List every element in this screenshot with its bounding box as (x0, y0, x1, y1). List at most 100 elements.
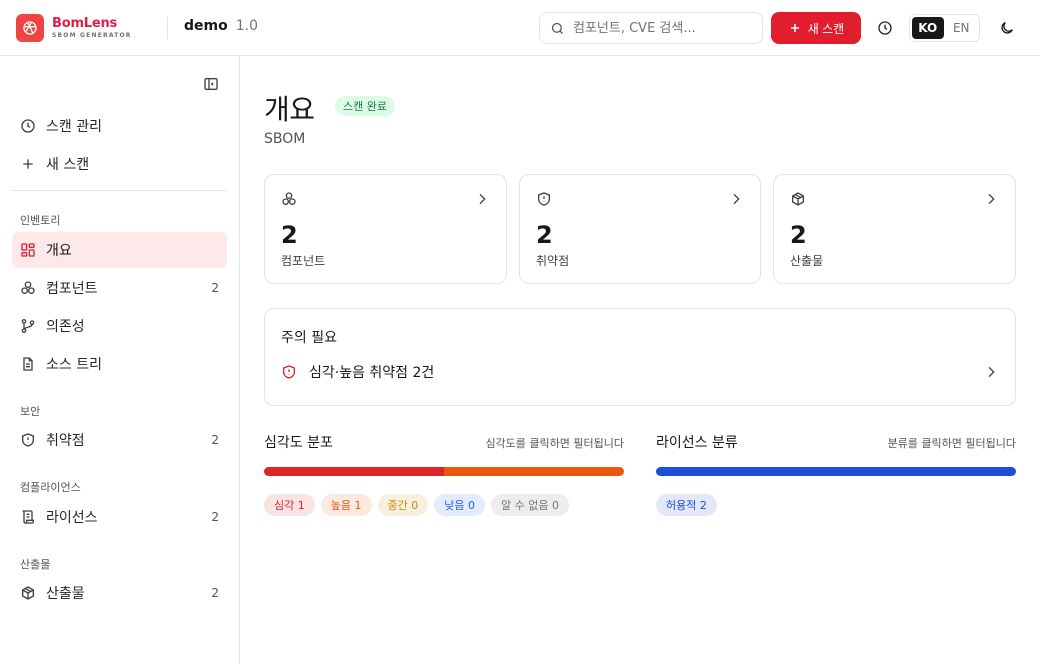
sidebar: 스캔 관리 새 스캔 인벤토리 개요 컴포넌트 2 의존성 소스 트리 보안 취… (0, 56, 240, 664)
theme-toggle-button[interactable] (994, 14, 1020, 42)
sidebar-item-label: 취약점 (46, 433, 85, 449)
lang-ko-button[interactable]: KO (912, 17, 944, 39)
sidebar-item-count: 2 (211, 433, 219, 447)
severity-bar-segment[interactable] (444, 467, 624, 476)
sidebar-collapse-button[interactable] (201, 74, 221, 94)
top-header: BomLens SBOM GENERATOR demo 1.0 새 스캔 KO … (0, 0, 1040, 56)
sidebar-item-overview[interactable]: 개요 (12, 232, 227, 268)
project-version: 1.0 (235, 18, 258, 34)
shield-alert-icon (20, 432, 36, 448)
plus-icon (20, 156, 36, 172)
header-divider (167, 17, 168, 39)
shield-alert-icon (281, 364, 297, 380)
lang-en-button[interactable]: EN (946, 17, 978, 39)
shield-alert-icon (536, 191, 552, 207)
severity-chip[interactable]: 알 수 없음 0 (491, 494, 569, 516)
severity-bar-segment[interactable] (264, 467, 444, 476)
plus-icon (788, 21, 802, 35)
severity-chip[interactable]: 낮음 0 (434, 494, 485, 516)
logo-name: BomLens (52, 16, 118, 31)
attention-title: 주의 필요 (281, 330, 337, 346)
sidebar-item-source-tree[interactable]: 소스 트리 (12, 346, 227, 382)
license-chips: 허용적 2 (656, 494, 1016, 516)
sidebar-item-label: 스캔 관리 (46, 119, 102, 135)
chevron-right-icon (983, 191, 999, 207)
chevron-right-icon (474, 191, 490, 207)
stat-label: 컴포넌트 (281, 254, 326, 268)
severity-chips: 심각 1 높음 1 중간 0 낮음 0 알 수 없음 0 (264, 494, 624, 516)
sidebar-item-licenses[interactable]: 라이선스 2 (12, 499, 227, 535)
section-title-compliance: 컴플라이언스 (20, 481, 81, 494)
file-text-icon (20, 356, 36, 372)
history-icon (20, 118, 36, 134)
severity-chip[interactable]: 높음 1 (320, 494, 372, 516)
sidebar-item-label: 컴포넌트 (46, 281, 98, 297)
sidebar-item-count: 2 (211, 586, 219, 600)
scroll-icon (20, 509, 36, 525)
license-title: 라이선스 분류 (656, 435, 738, 451)
new-scan-button[interactable]: 새 스캔 (771, 12, 861, 44)
chevron-right-icon (983, 364, 999, 380)
search-box[interactable] (539, 12, 763, 44)
sidebar-item-components[interactable]: 컴포넌트 2 (12, 270, 227, 306)
sidebar-item-label: 의존성 (46, 319, 85, 335)
history-button[interactable] (872, 14, 898, 42)
severity-chip[interactable]: 중간 0 (377, 494, 429, 516)
sidebar-divider (12, 190, 227, 191)
sidebar-item-new-scan[interactable]: 새 스캔 (12, 146, 227, 182)
license-distribution: 라이선스 분류 분류를 클릭하면 필터됩니다 허용적 2 (656, 432, 1016, 516)
page-subtitle: SBOM (264, 131, 306, 147)
sidebar-item-label: 산출물 (46, 586, 85, 602)
components-icon (20, 280, 36, 296)
license-chip[interactable]: 허용적 2 (656, 494, 717, 516)
components-icon (281, 191, 297, 207)
stat-card-vulnerabilities[interactable]: 2 취약점 (519, 174, 761, 284)
attention-item[interactable]: 심각·높음 취약점 2건 (281, 359, 999, 385)
stat-value: 2 (281, 221, 298, 249)
package-icon (20, 585, 36, 601)
stat-card-components[interactable]: 2 컴포넌트 (264, 174, 507, 284)
app-logo[interactable]: BomLens SBOM GENERATOR (16, 14, 132, 42)
sidebar-item-label: 소스 트리 (46, 357, 102, 373)
sidebar-item-dependencies[interactable]: 의존성 (12, 308, 227, 344)
search-icon (550, 21, 565, 36)
stat-label: 산출물 (790, 254, 824, 268)
license-hint: 분류를 클릭하면 필터됩니다 (887, 437, 1016, 450)
stat-value: 2 (536, 221, 553, 249)
sidebar-item-scan-manage[interactable]: 스캔 관리 (12, 108, 227, 144)
attention-panel: 주의 필요 심각·높음 취약점 2건 (264, 308, 1016, 406)
clock-icon (877, 20, 893, 36)
language-toggle: KO EN (909, 14, 980, 42)
project-info: demo 1.0 (184, 18, 258, 34)
project-name: demo (184, 18, 228, 34)
stat-label: 취약점 (536, 254, 570, 268)
package-icon (790, 191, 806, 207)
section-title-artifacts: 산출물 (20, 558, 51, 571)
sidebar-item-label: 개요 (46, 243, 72, 259)
section-title-security: 보안 (20, 405, 41, 418)
severity-bar[interactable] (264, 467, 624, 476)
dashboard-icon (20, 242, 36, 258)
attention-item-text: 심각·높음 취약점 2건 (309, 365, 435, 381)
severity-title: 심각도 분포 (264, 435, 333, 451)
section-title-inventory: 인벤토리 (20, 214, 61, 227)
severity-distribution: 심각도 분포 심각도를 클릭하면 필터됩니다 심각 1 높음 1 중간 0 낮음 0 알… (264, 432, 624, 516)
sidebar-item-vulnerabilities[interactable]: 취약점 2 (12, 422, 227, 458)
license-bar[interactable] (656, 467, 1016, 476)
severity-hint: 심각도를 클릭하면 필터됩니다 (485, 437, 624, 450)
stat-card-artifacts[interactable]: 2 산출물 (773, 174, 1016, 284)
git-branch-icon (20, 318, 36, 334)
page-title: 개요 (264, 93, 315, 126)
severity-chip[interactable]: 심각 1 (264, 494, 315, 516)
sidebar-item-count: 2 (211, 510, 219, 524)
sidebar-item-label: 새 스캔 (46, 157, 90, 173)
license-bar-segment[interactable] (656, 467, 1016, 476)
sidebar-item-artifacts[interactable]: 산출물 2 (12, 575, 227, 611)
stat-value: 2 (790, 221, 807, 249)
sidebar-item-label: 라이선스 (46, 510, 98, 526)
panel-left-icon (203, 76, 219, 92)
moon-icon (999, 20, 1015, 36)
chevron-right-icon (728, 191, 744, 207)
new-scan-label: 새 스캔 (807, 21, 845, 36)
search-input[interactable] (573, 20, 743, 36)
